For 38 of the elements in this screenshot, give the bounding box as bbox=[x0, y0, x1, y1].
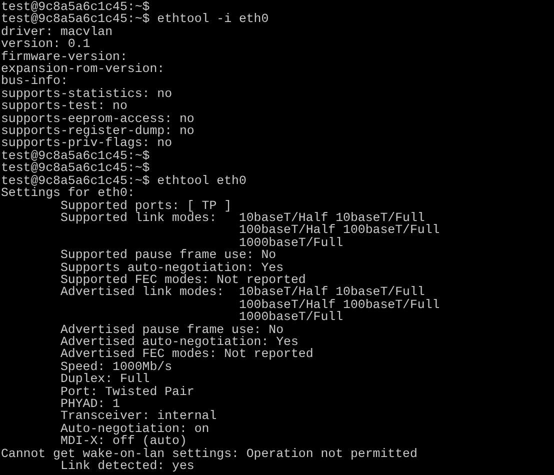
terminal-line: Supported FEC modes: Not reported bbox=[59, 274, 306, 286]
terminal-line: PHYAD: 1 bbox=[59, 398, 120, 410]
terminal-line: Speed: 1000Mb/s bbox=[59, 360, 172, 374]
terminal-line: driver: macvlan bbox=[1, 26, 113, 38]
terminal-line: test@9c8a5a6c1c45:~$ ethtool -i eth0 bbox=[1, 13, 269, 26]
terminal-line: Advertised auto-negotiation: Yes bbox=[59, 336, 298, 348]
terminal-line: test@9c8a5a6c1c45:~$ bbox=[1, 162, 150, 175]
terminal-line: Port: Twisted Pair bbox=[59, 386, 194, 398]
terminal-line: Supported link modes: 10baseT/Half 10baseT/Full bbox=[59, 212, 425, 224]
terminal-line: version: 0.1 bbox=[1, 38, 90, 51]
terminal-line: supports-priv-flags: no bbox=[1, 137, 172, 150]
terminal-line: test@9c8a5a6c1c45:~$ bbox=[1, 150, 150, 162]
terminal-line: supports-statistics: no bbox=[1, 88, 172, 100]
terminal-line: bus-info: bbox=[1, 75, 68, 88]
terminal-line: Auto-negotiation: on bbox=[59, 422, 210, 436]
terminal-line: Settings for eth0: bbox=[1, 187, 135, 200]
terminal-line: supports-eeprom-access: no bbox=[1, 112, 194, 126]
terminal-line: Advertised link modes: 10baseT/Half 10baseT/Full bbox=[59, 286, 425, 299]
terminal-line: supports-test: no bbox=[1, 100, 128, 113]
terminal-line: Supported ports: [ TP ] bbox=[60, 200, 232, 212]
terminal-line: Transceiver: internal bbox=[59, 410, 217, 423]
terminal-line: expansion-rom-version: bbox=[1, 63, 165, 76]
terminal-line: 1000baseT/Full bbox=[238, 236, 344, 250]
terminal-line: MDI-X: off (auto) bbox=[59, 435, 187, 448]
terminal-line: Duplex: Full bbox=[59, 373, 150, 386]
terminal-line: test@9c8a5a6c1c45:~$ ethtool eth0 bbox=[1, 174, 246, 188]
terminal-line: 100baseT/Half 100baseT/Full bbox=[238, 298, 440, 312]
terminal-line: Advertised pause frame use: No bbox=[59, 324, 284, 336]
terminal-line: Supported pause frame use: No bbox=[59, 249, 276, 262]
terminal-line: supports-register-dump: no bbox=[1, 125, 194, 138]
terminal-line: Link detected: yes bbox=[60, 460, 194, 472]
terminal-line: Cannot get wake-on-lan settings: Operation not permitted bbox=[1, 448, 418, 460]
terminal-line: firmware-version: bbox=[1, 50, 128, 64]
terminal-line: 1000baseT/Full bbox=[238, 311, 344, 324]
terminal-line: Supports auto-negotiation: Yes bbox=[59, 262, 284, 274]
terminal-line: test@9c8a5a6c1c45:~$ bbox=[1, 1, 150, 14]
terminal-line: 100baseT/Half 100baseT/Full bbox=[238, 224, 440, 237]
terminal-line: Advertised FEC modes: Not reported bbox=[59, 348, 314, 361]
